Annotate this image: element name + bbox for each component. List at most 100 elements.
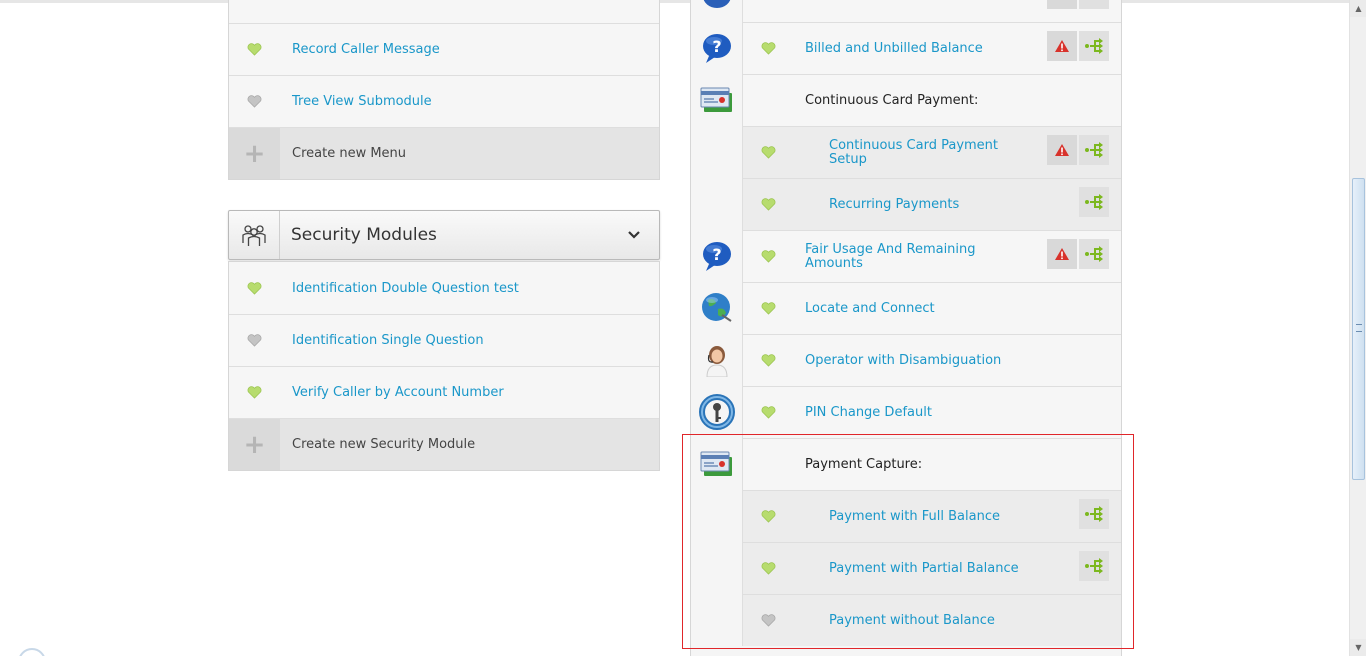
tree-icon (1085, 38, 1103, 54)
heart-active-icon (743, 146, 793, 159)
security-modules-header[interactable]: Security Modules (228, 210, 660, 260)
module-row-payment-partial-balance[interactable]: Payment with Partial Balance (691, 542, 1121, 594)
scroll-down-arrow-icon[interactable]: ▼ (1350, 639, 1366, 656)
module-cell: Locate and Connect (742, 282, 1121, 334)
module-label[interactable]: Recurring Payments (793, 197, 959, 212)
heart-active-icon (743, 198, 793, 211)
module-row-payment-full-balance[interactable]: Payment with Full Balance (691, 490, 1121, 542)
module-label[interactable]: Payment with Full Balance (793, 509, 1000, 524)
vertical-scrollbar[interactable]: ▲ ▼ (1349, 0, 1366, 656)
question-icon (691, 0, 742, 22)
heart-inactive-icon (743, 614, 793, 627)
module-row-continuous-card-payment-setup[interactable]: Continuous Card Payment Setup (691, 126, 1121, 178)
module-cell: Fair Usage And Remaining Amounts (742, 230, 1121, 282)
module-label[interactable]: Billed and Unbilled Balance (793, 41, 983, 56)
module-list: ? Billed and Unbilled Balance Continuous… (690, 0, 1122, 656)
question-icon: ? (691, 230, 742, 282)
tree-button[interactable] (1079, 0, 1109, 9)
tree-button[interactable] (1079, 239, 1109, 269)
warning-icon (1055, 40, 1069, 52)
module-row-operator-disambiguation[interactable]: Operator with Disambiguation (691, 334, 1121, 386)
globe-icon (691, 282, 742, 334)
heart-inactive-icon (229, 76, 280, 127)
security-modules-panel: Identification Double Question test Iden… (228, 261, 660, 471)
module-label[interactable]: Locate and Connect (793, 301, 935, 316)
module-row-recurring-payments[interactable]: Recurring Payments (691, 178, 1121, 230)
warning-button[interactable] (1047, 239, 1077, 269)
create-label: Create new Security Module (292, 437, 476, 452)
pin-key-icon (691, 386, 742, 438)
heart-active-icon (229, 24, 280, 75)
module-row-billed-unbilled[interactable]: ? Billed and Unbilled Balance (691, 22, 1121, 74)
plus-icon: + (229, 128, 280, 179)
module-row-payment-without-balance[interactable]: Payment without Balance (691, 594, 1121, 646)
module-row-cutoff (691, 0, 1121, 22)
group-cell: Continuous Card Payment: (742, 74, 1121, 126)
security-item-verify-caller[interactable]: Verify Caller by Account Number (229, 366, 659, 418)
grip-icon (1356, 324, 1362, 332)
warning-button[interactable] (1047, 0, 1077, 9)
menu-item-record-caller-message[interactable]: Record Caller Message (229, 23, 659, 75)
menu-item-label[interactable]: Tree View Submodule (280, 94, 432, 109)
create-new-security-module-button[interactable]: + Create new Security Module (229, 418, 659, 470)
module-label[interactable]: Operator with Disambiguation (793, 353, 1001, 368)
tree-icon (1085, 558, 1103, 574)
tree-button[interactable] (1079, 31, 1109, 61)
tree-button[interactable] (1079, 135, 1109, 165)
module-row-fair-usage[interactable]: ? Fair Usage And Remaining Amounts (691, 230, 1121, 282)
heart-active-icon (743, 42, 793, 55)
tree-button[interactable] (1079, 551, 1109, 581)
module-cell: Recurring Payments (742, 178, 1121, 230)
tree-icon (1085, 246, 1103, 262)
module-cell: Payment without Balance (742, 594, 1121, 646)
heart-active-icon (229, 262, 280, 314)
tree-button[interactable] (1079, 187, 1109, 217)
svg-text:?: ? (712, 245, 721, 264)
menu-panel: Record Caller Message Tree View Submodul… (228, 0, 660, 180)
module-cell: Payment with Full Balance (742, 490, 1121, 542)
chevron-down-icon[interactable] (609, 230, 659, 240)
menu-item-tree-view-submodule[interactable]: Tree View Submodule (229, 75, 659, 127)
warning-icon (1055, 248, 1069, 260)
warning-button[interactable] (1047, 135, 1077, 165)
menu-item-label[interactable]: Record Caller Message (280, 42, 440, 57)
create-new-menu-button[interactable]: + Create new Menu (229, 127, 659, 179)
loading-indicator (18, 648, 46, 656)
security-item-identification-single[interactable]: Identification Single Question (229, 314, 659, 366)
security-item-label[interactable]: Identification Double Question test (280, 281, 519, 296)
heart-active-icon (743, 302, 793, 315)
module-cell: PIN Change Default (742, 386, 1121, 438)
security-item-label[interactable]: Verify Caller by Account Number (280, 385, 504, 400)
group-label: Payment Capture: (805, 456, 923, 472)
users-group-icon (229, 211, 280, 259)
module-label[interactable]: Payment with Partial Balance (793, 561, 1019, 576)
module-label[interactable]: PIN Change Default (793, 405, 932, 420)
module-cell: Continuous Card Payment Setup (742, 126, 1121, 178)
heart-active-icon (743, 250, 793, 263)
scroll-up-arrow-icon[interactable]: ▲ (1350, 0, 1366, 17)
scrollbar-thumb[interactable] (1352, 178, 1365, 480)
module-group-continuous-card-payment: Continuous Card Payment: (691, 74, 1121, 126)
question-icon: ? (691, 22, 742, 74)
security-item-identification-double[interactable]: Identification Double Question test (229, 262, 659, 314)
module-cell: Payment with Partial Balance (742, 542, 1121, 594)
tree-icon (1085, 142, 1103, 158)
module-row-locate-and-connect[interactable]: Locate and Connect (691, 282, 1121, 334)
module-label[interactable]: Fair Usage And Remaining Amounts (793, 242, 1033, 271)
plus-icon: + (229, 419, 280, 470)
module-row-pin-change-default[interactable]: PIN Change Default (691, 386, 1121, 438)
tree-icon (1085, 194, 1103, 210)
tree-button[interactable] (1079, 499, 1109, 529)
group-cell: Payment Capture: (742, 438, 1121, 490)
heart-active-icon (229, 367, 280, 418)
module-cell: Operator with Disambiguation (742, 334, 1121, 386)
card-payment-icon (691, 438, 742, 490)
warning-button[interactable] (1047, 31, 1077, 61)
menu-panel-top-cutoff (229, 0, 659, 23)
module-label[interactable]: Payment without Balance (793, 613, 995, 628)
module-label[interactable]: Continuous Card Payment Setup (793, 138, 1033, 167)
security-item-label[interactable]: Identification Single Question (280, 333, 484, 348)
heart-active-icon (743, 562, 793, 575)
operator-icon (691, 334, 742, 386)
heart-active-icon (743, 406, 793, 419)
